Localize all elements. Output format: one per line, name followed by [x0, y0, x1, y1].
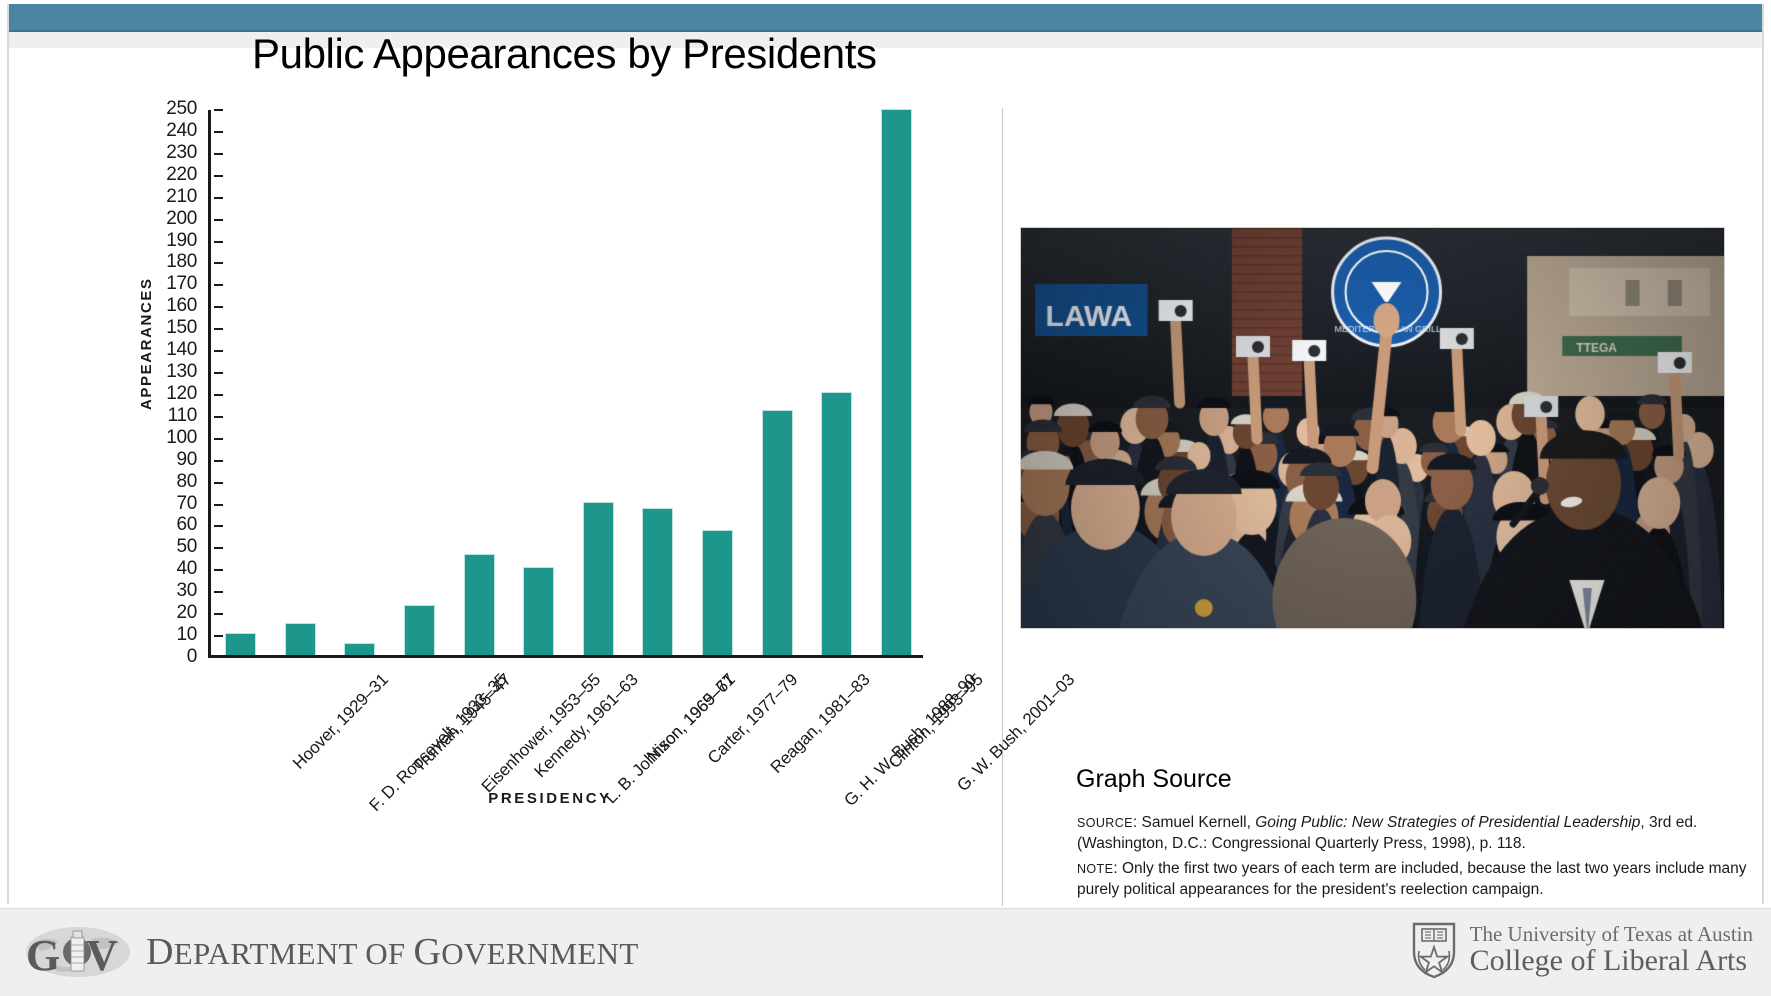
- y-tick-label: 220: [166, 164, 197, 186]
- bar: [762, 410, 793, 656]
- chart-bars: [211, 110, 923, 655]
- dept-text-cap1: D: [146, 931, 174, 973]
- y-tick-label: 200: [166, 208, 197, 230]
- y-tick-label: 30: [176, 580, 197, 602]
- ut-austin-logo: The University of Texas at Austin Colleg…: [1411, 921, 1753, 979]
- ut-austin-label: The University of Texas at Austin Colleg…: [1470, 923, 1753, 977]
- source-citation: SOURCE: Samuel Kernell, Going Public: Ne…: [1077, 812, 1757, 855]
- y-axis-title: APPEARANCES: [138, 277, 155, 410]
- x-axis-title: PRESIDENCY: [488, 790, 612, 807]
- y-tick-label: 80: [176, 471, 197, 493]
- y-tick-label: 180: [166, 251, 197, 273]
- slide-left-edge: [7, 4, 9, 904]
- y-tick-label: 130: [166, 361, 197, 383]
- y-tick-label: 110: [168, 405, 197, 427]
- source-label: SOURCE: [1077, 816, 1133, 830]
- bar: [404, 605, 435, 655]
- y-tick-label: 60: [176, 514, 197, 536]
- photo-canvas: [1021, 228, 1724, 628]
- y-tick-label: 170: [166, 273, 197, 295]
- x-tick-label: Clinton, 1993–95: [884, 670, 987, 773]
- y-tick-label: 160: [166, 295, 197, 317]
- svg-text:V: V: [86, 931, 118, 980]
- y-tick-label: 90: [176, 449, 197, 471]
- graph-source-heading: Graph Source: [1076, 765, 1232, 794]
- slide-canvas: Public Appearances by Presidents APPEARA…: [0, 0, 1771, 995]
- footer-bar: G V DEPARTMENT OF GOVERNMENT The Univers…: [0, 908, 1771, 996]
- dept-text-cap2: G: [414, 931, 442, 973]
- bar: [523, 567, 554, 655]
- bar: [225, 633, 256, 655]
- page-title: Public Appearances by Presidents: [252, 30, 877, 78]
- y-tick-label: 20: [176, 602, 197, 624]
- source-text-pre: : Samuel Kernell,: [1133, 814, 1255, 831]
- y-tick-label: 140: [166, 339, 197, 361]
- y-tick-label: 150: [166, 317, 197, 339]
- bar: [285, 623, 316, 655]
- y-tick-label: 190: [166, 230, 197, 252]
- y-tick-label: 240: [166, 120, 197, 142]
- y-tick-label: 0: [187, 646, 197, 668]
- gov-logo-icon: G V: [24, 923, 132, 981]
- y-tick-label: 10: [176, 624, 197, 646]
- dept-of-government-logo: G V DEPARTMENT OF GOVERNMENT: [24, 923, 639, 981]
- dept-text-2: OVERNMENT: [441, 936, 638, 971]
- svg-text:G: G: [26, 931, 60, 980]
- bar: [583, 502, 614, 655]
- note-label: NOTE: [1077, 862, 1113, 876]
- gov-globe-mark-icon: G V: [24, 923, 132, 981]
- chart-plot-area: 0 10 20 30 40 50 60 70 80 90 100 110 120 130 140 150 160…: [208, 110, 923, 658]
- presidential-crowd-photo: [1020, 227, 1725, 629]
- bar: [464, 554, 495, 655]
- bar: [702, 530, 733, 655]
- note-text: : Only the first two years of each term …: [1077, 860, 1747, 898]
- y-tick-label: 210: [166, 186, 197, 208]
- panel-divider: [1002, 108, 1003, 906]
- y-tick-label: 70: [176, 493, 197, 515]
- ut-shield-icon: [1411, 921, 1457, 979]
- y-tick-label: 40: [176, 558, 197, 580]
- y-tick-label: 250: [166, 98, 197, 120]
- y-tick-label: 100: [166, 427, 197, 449]
- dept-of-government-label: DEPARTMENT OF GOVERNMENT: [146, 930, 639, 974]
- y-tick-label: 120: [166, 383, 197, 405]
- bar-chart: APPEARANCES 0 10 20 30 40 50 60 70 80 90 100 110 120…: [150, 100, 990, 900]
- source-title: Going Public: New Strategies of Presiden…: [1255, 814, 1640, 831]
- source-note: NOTE: Only the first two years of each t…: [1077, 858, 1757, 901]
- dept-text-1: EPARTMENT OF: [174, 936, 414, 971]
- bar: [821, 392, 852, 655]
- bar: [642, 508, 673, 655]
- slide-right-edge: [1762, 4, 1764, 904]
- header-accent-bar: [8, 4, 1763, 32]
- y-tick-label: 230: [166, 142, 197, 164]
- ut-college-line: College of Liberal Arts: [1470, 945, 1753, 977]
- ut-university-line: The University of Texas at Austin: [1470, 923, 1753, 945]
- y-tick-label: 50: [176, 536, 197, 558]
- bar: [344, 643, 375, 655]
- bar: [881, 109, 912, 655]
- x-tick-label: Hoover, 1929–31: [289, 670, 393, 774]
